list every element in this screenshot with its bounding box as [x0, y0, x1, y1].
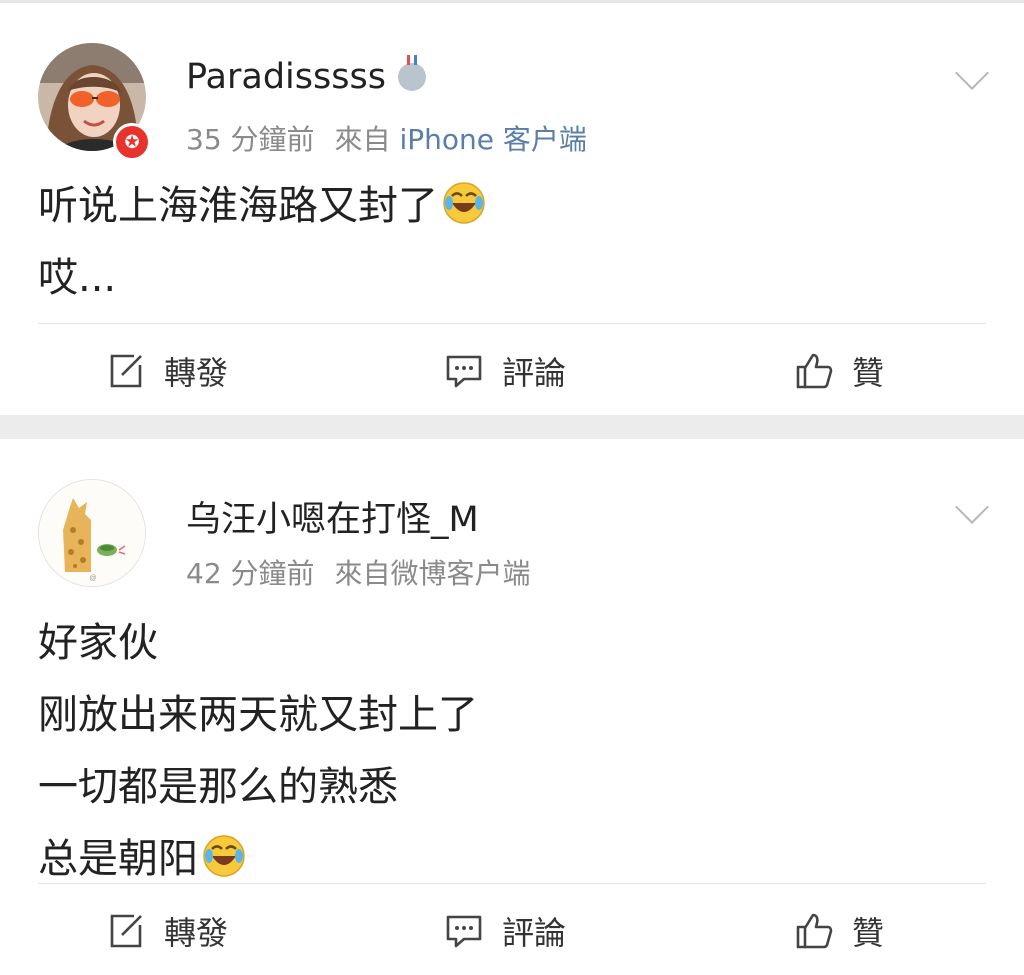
action-bar: 轉發 評論 贊 [0, 901, 1024, 961]
source-prefix: 來自 [334, 123, 391, 156]
post-time: 42 分鐘前 [186, 557, 315, 590]
verified-badge-icon: ✪ [113, 123, 151, 161]
laugh-cry-icon [443, 182, 485, 224]
comment-button[interactable]: 評論 [444, 901, 566, 961]
avatar[interactable]: @ [38, 479, 146, 587]
post-separator [0, 415, 1024, 439]
thumbs-up-icon [796, 353, 833, 389]
post-line: 刚放出来两天就又封上了 [38, 692, 478, 738]
repost-icon [110, 354, 142, 388]
like-button[interactable]: 贊 [794, 341, 884, 401]
repost-button[interactable]: 轉發 [106, 341, 228, 401]
divider [38, 883, 986, 884]
source-prefix: 來自 [334, 557, 391, 590]
post-line: 总是朝阳 [38, 836, 198, 882]
like-button[interactable]: 贊 [794, 901, 884, 961]
repost-label: 轉發 [164, 914, 229, 952]
like-label: 贊 [852, 354, 885, 392]
username-text: Paradisssss [186, 57, 386, 97]
repost-label: 轉發 [164, 354, 229, 392]
comment-icon [446, 355, 482, 388]
comment-label: 評論 [502, 354, 567, 392]
repost-button[interactable]: 轉發 [106, 901, 228, 961]
chevron-down-icon[interactable] [955, 490, 989, 524]
thumbs-up-icon [796, 913, 833, 949]
medal-icon [397, 55, 426, 91]
post-meta: 42 分鐘前 來自微博客户端 [186, 552, 531, 592]
username[interactable]: 乌汪小嗯在打怪_M [186, 491, 479, 542]
post-line: 哎... [38, 255, 117, 301]
username-text: 乌汪小嗯在打怪_M [186, 500, 479, 540]
repost-icon [110, 914, 142, 948]
post-line: 一切都是那么的熟悉 [38, 764, 398, 810]
svg-text:@: @ [89, 575, 96, 582]
post-time: 35 分鐘前 [186, 123, 315, 156]
comment-icon [446, 915, 482, 948]
chevron-down-icon[interactable] [955, 56, 989, 90]
post-line: 听说上海淮海路又封了 [38, 183, 438, 229]
post-content: 听说上海淮海路又封了 哎... [38, 170, 486, 314]
divider [38, 323, 986, 324]
post-line: 好家伙 [38, 620, 158, 666]
comment-label: 評論 [502, 914, 567, 952]
username[interactable]: Paradisssss [186, 55, 426, 97]
comment-button[interactable]: 評論 [444, 341, 566, 401]
post-meta: 35 分鐘前 來自 iPhone 客户端 [186, 118, 587, 158]
feed-post: ✪ Paradisssss 35 分鐘前 來自 iPhone 客户端 听说上海淮海… [0, 3, 1024, 415]
feed-post: @ 乌汪小嗯在打怪_M 42 分鐘前 來自微博客户端 好家伙 刚放出来两天就又封上… [0, 439, 1024, 975]
like-label: 贊 [852, 914, 885, 952]
action-bar: 轉發 評論 贊 [0, 341, 1024, 401]
laugh-cry-icon [203, 835, 245, 877]
post-content: 好家伙 刚放出来两天就又封上了 一切都是那么的熟悉 总是朝阳 [38, 607, 478, 895]
source-link[interactable]: 微博客户端 [391, 557, 531, 590]
source-link[interactable]: iPhone 客户端 [399, 123, 586, 156]
